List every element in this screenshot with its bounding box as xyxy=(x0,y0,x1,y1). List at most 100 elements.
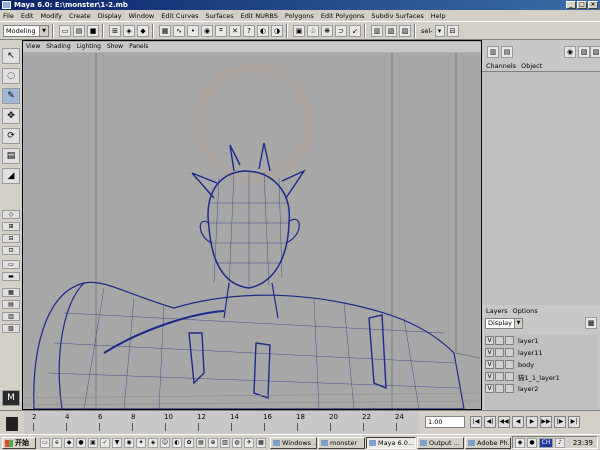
menu-help[interactable]: Help xyxy=(431,12,446,20)
menu-file[interactable]: File xyxy=(3,12,14,20)
maya-app-icon[interactable] xyxy=(2,1,11,9)
tray-icon[interactable]: ◆ xyxy=(515,438,525,448)
layer-menu-layers[interactable]: Layers xyxy=(486,307,508,315)
menu-set-select[interactable]: Modeling ▼ xyxy=(3,24,49,37)
select-tool-icon[interactable]: ↖ xyxy=(2,48,20,64)
quick-launch-icon[interactable]: ● xyxy=(76,438,86,448)
browser-icon[interactable]: e xyxy=(52,438,62,448)
layer-type-toggle[interactable] xyxy=(495,384,504,393)
save-scene-icon[interactable]: ■ xyxy=(87,24,99,37)
quick-launch-icon[interactable]: ⊕ xyxy=(208,438,218,448)
layout-persp-outliner-icon[interactable]: ▬ xyxy=(2,272,20,281)
layer-visibility-toggle[interactable]: V xyxy=(485,372,494,381)
layer-row[interactable]: V 猫1_1_layer1 xyxy=(485,371,597,382)
sel-field-icon[interactable]: ▾ xyxy=(434,24,445,37)
menu-subdiv-surfaces[interactable]: Subdiv Surfaces xyxy=(371,12,423,20)
output-icon[interactable]: ◑ xyxy=(271,24,283,37)
tab-object[interactable]: Object xyxy=(521,62,542,70)
layout-single-icon[interactable]: ◇ xyxy=(2,210,20,219)
panel-menu-lighting[interactable]: Lighting xyxy=(77,42,101,52)
panel-menu-show[interactable]: Show xyxy=(107,42,123,52)
lasso-icon[interactable]: ⊃ xyxy=(335,24,347,37)
quick-launch-icon[interactable]: ▦ xyxy=(256,438,266,448)
scale-tool-icon[interactable]: ▤ xyxy=(2,148,20,164)
layout-persp-graph-icon[interactable]: ▭ xyxy=(2,260,20,269)
layer-row[interactable]: V body xyxy=(485,359,597,370)
layer-menu-options[interactable]: Options xyxy=(513,307,538,315)
open-scene-icon[interactable]: ▤ xyxy=(73,24,85,37)
snap-plane-icon[interactable]: ◉ xyxy=(201,24,213,37)
menu-edit-nurbs[interactable]: Edit NURBS xyxy=(241,12,278,20)
step-back-icon[interactable]: ◀| xyxy=(484,416,496,428)
show-layer-editor-icon[interactable]: ▤ xyxy=(501,46,513,58)
panel-menu-panels[interactable]: Panels xyxy=(129,42,148,52)
snap-grid-icon[interactable]: ▦ xyxy=(159,24,171,37)
layer-visibility-toggle[interactable]: V xyxy=(485,384,494,393)
current-time-marker[interactable] xyxy=(6,417,18,431)
layout-split-h-icon[interactable]: ⊟ xyxy=(2,234,20,243)
manipulator-mode-icon[interactable]: ◉ xyxy=(564,46,576,58)
quick-launch-icon[interactable]: ◍ xyxy=(232,438,242,448)
menu-edit-curves[interactable]: Edit Curves xyxy=(161,12,198,20)
lasso-tool-icon[interactable]: ◌ xyxy=(2,68,20,84)
snap-curve-icon[interactable]: ∿ xyxy=(173,24,185,37)
layer-visibility-toggle[interactable]: V xyxy=(485,360,494,369)
layout-render-icon[interactable]: ▥ xyxy=(2,312,20,321)
snap-surface-icon[interactable]: ⌗ xyxy=(215,24,227,37)
render-globals-icon[interactable]: ❋ xyxy=(321,24,333,37)
layer-type-toggle[interactable] xyxy=(495,360,504,369)
step-forward-icon[interactable]: |▶ xyxy=(554,416,566,428)
panel-menu-shading[interactable]: Shading xyxy=(46,42,70,52)
volume-icon[interactable]: ♪ xyxy=(555,438,565,448)
layer-row[interactable]: V layer1 xyxy=(485,335,597,346)
task-monster[interactable]: monster xyxy=(318,437,365,449)
show-desktop-icon[interactable]: ▭ xyxy=(40,438,50,448)
layer-type-toggle[interactable] xyxy=(495,336,504,345)
menu-edit[interactable]: Edit xyxy=(21,12,34,20)
layout-graph-icon[interactable]: ▧ xyxy=(2,324,20,333)
tool-settings-icon[interactable]: ▨ xyxy=(399,24,411,37)
go-to-start-icon[interactable]: |◀ xyxy=(470,416,482,428)
quick-launch-icon[interactable]: ◆ xyxy=(64,438,74,448)
quick-launch-icon[interactable]: ◈ xyxy=(148,438,158,448)
menu-create[interactable]: Create xyxy=(69,12,91,20)
paint-select-tool-icon[interactable]: ✎ xyxy=(2,88,20,104)
layer-color-swatch[interactable] xyxy=(505,384,514,393)
perspective-viewport[interactable] xyxy=(24,53,480,409)
quick-launch-icon[interactable]: ☺ xyxy=(160,438,170,448)
select-component-icon[interactable]: ◆ xyxy=(137,24,149,37)
move-tool-icon[interactable]: ✥ xyxy=(2,108,20,124)
layer-color-swatch[interactable] xyxy=(505,348,514,357)
layer-row[interactable]: V layer2 xyxy=(485,383,597,394)
layout-outliner-icon[interactable]: ▤ xyxy=(2,300,20,309)
time-slider-ruler[interactable]: 2 4 6 8 10 12 14 16 18 20 22 24 xyxy=(24,411,419,435)
layer-row[interactable]: V layer11 xyxy=(485,347,597,358)
quick-launch-icon[interactable]: ◐ xyxy=(172,438,182,448)
layer-color-swatch[interactable] xyxy=(505,336,514,345)
layout-split-v-icon[interactable]: ⊡ xyxy=(2,246,20,255)
layout-quad-icon[interactable]: ⊞ xyxy=(2,222,20,231)
maximize-button[interactable]: □ xyxy=(577,1,587,9)
play-forwards-icon[interactable]: ▶ xyxy=(526,416,538,428)
menu-surfaces[interactable]: Surfaces xyxy=(205,12,233,20)
menu-modify[interactable]: Modify xyxy=(40,12,62,20)
layer-type-toggle[interactable] xyxy=(495,372,504,381)
input-icon[interactable]: ◐ xyxy=(257,24,269,37)
layer-visibility-toggle[interactable]: V xyxy=(485,348,494,357)
ipr-render-icon[interactable]: ♧ xyxy=(307,24,319,37)
quick-launch-icon[interactable]: ✓ xyxy=(100,438,110,448)
go-to-end-icon[interactable]: ▶| xyxy=(568,416,580,428)
quick-launch-icon[interactable]: ✈ xyxy=(244,438,254,448)
start-button[interactable]: 开始 xyxy=(2,437,36,449)
help-icon[interactable]: ? xyxy=(243,24,255,37)
manipulator-tool-icon[interactable]: ◢ xyxy=(2,168,20,184)
input-language-indicator[interactable]: CH xyxy=(539,438,553,448)
close-button[interactable]: × xyxy=(588,1,598,9)
new-layer-icon[interactable]: ▩ xyxy=(585,317,597,329)
quick-launch-icon[interactable]: ✦ xyxy=(136,438,146,448)
history-icon[interactable]: ✕ xyxy=(229,24,241,37)
layer-color-swatch[interactable] xyxy=(505,372,514,381)
menu-window[interactable]: Window xyxy=(129,12,155,20)
render-frame-icon[interactable]: ▣ xyxy=(293,24,305,37)
step-forward-key-icon[interactable]: ▶▶ xyxy=(540,416,552,428)
